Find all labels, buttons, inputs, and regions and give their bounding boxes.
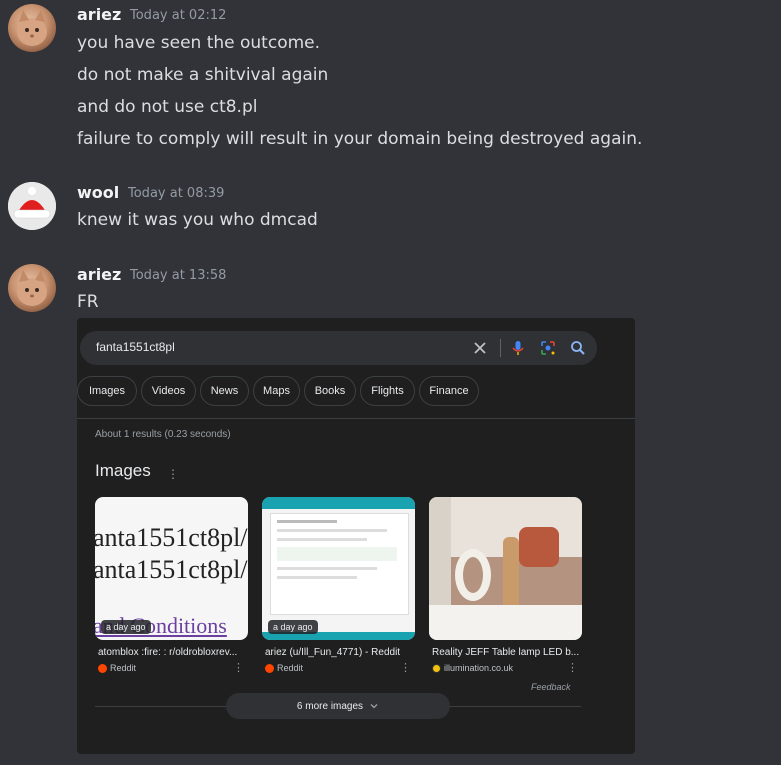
result-caption[interactable]: ariez (u/Ill_Fun_4771) - Reddit: [265, 647, 400, 658]
thumbnail-pillow: [519, 527, 559, 567]
chevron-down-icon: [370, 704, 378, 709]
source-label: illumination.co.uk: [444, 663, 514, 673]
message-text: and do not use ct8.pl: [77, 97, 258, 117]
more-options-icon[interactable]: ⋮: [233, 661, 244, 674]
username[interactable]: ariez: [77, 5, 121, 24]
username[interactable]: ariez: [77, 265, 121, 284]
thumbnail-decor: [455, 549, 491, 601]
more-images-label: 6 more images: [296, 700, 364, 712]
result-stats: About 1 results (0.23 seconds): [95, 429, 231, 440]
avatar[interactable]: [8, 182, 56, 230]
chip-maps[interactable]: Maps: [253, 376, 300, 406]
image-result-thumbnail[interactable]: anta1551ct8pl/ anta1551ct8pl/ and Condit…: [95, 497, 248, 640]
search-query: fanta1551ct8pl: [96, 340, 175, 354]
result-source[interactable]: illumination.co.uk: [432, 663, 513, 673]
site-icon: [432, 663, 441, 673]
thumbnail-text: anta1551ct8pl/: [95, 555, 248, 584]
timestamp: Today at 13:58: [130, 268, 227, 283]
avatar[interactable]: [8, 4, 56, 52]
timestamp: Today at 08:39: [128, 186, 225, 201]
source-label: Reddit: [110, 663, 137, 673]
more-options-icon[interactable]: ⋮: [167, 467, 179, 481]
clear-icon: [474, 342, 486, 354]
images-heading: Images: [95, 461, 151, 480]
more-options-icon[interactable]: ⋮: [400, 661, 411, 674]
result-source[interactable]: Reddit: [265, 663, 303, 673]
thumbnail-header: [262, 497, 415, 509]
search-icon: [571, 341, 585, 355]
chip-images[interactable]: Images: [77, 376, 137, 406]
timestamp: Today at 02:12: [130, 8, 227, 23]
divider: [500, 339, 501, 357]
message-text: do not make a shitvival again: [77, 65, 329, 85]
avatar[interactable]: [8, 264, 56, 312]
message-text: knew it was you who dmcad: [77, 210, 318, 230]
feedback-link[interactable]: Feedback: [531, 682, 571, 692]
reddit-icon: [265, 663, 274, 673]
thumbnail-content: [270, 513, 409, 615]
thumbnail-text: anta1551ct8pl/: [95, 523, 248, 552]
message-text: you have seen the outcome.: [77, 33, 321, 53]
search-bar[interactable]: fanta1551ct8pl: [80, 331, 597, 365]
result-caption[interactable]: Reality JEFF Table lamp LED b...: [432, 647, 579, 658]
message-text: failure to comply will result in your do…: [77, 129, 643, 149]
chip-news[interactable]: News: [200, 376, 249, 406]
lens-icon: [541, 341, 555, 355]
more-images-button[interactable]: 6 more images: [226, 693, 450, 719]
image-result-thumbnail[interactable]: a day ago: [262, 497, 415, 640]
image-result-thumbnail[interactable]: [429, 497, 582, 640]
result-source[interactable]: Reddit: [98, 663, 136, 673]
thumbnail-table: [429, 605, 582, 640]
source-label: Reddit: [277, 663, 304, 673]
reddit-icon: [98, 663, 107, 673]
message-text: FR: [77, 292, 99, 312]
chip-videos[interactable]: Videos: [141, 376, 196, 406]
chip-flights[interactable]: Flights: [360, 376, 415, 406]
mic-icon: [512, 341, 524, 355]
chip-finance[interactable]: Finance: [419, 376, 479, 406]
image-attachment[interactable]: fanta1551ct8pl Images Videos News Maps B…: [77, 318, 635, 754]
age-badge: a day ago: [101, 620, 151, 634]
chip-books[interactable]: Books: [304, 376, 356, 406]
divider: [77, 418, 635, 419]
more-options-icon[interactable]: ⋮: [567, 661, 578, 674]
age-badge: a day ago: [268, 620, 318, 634]
thumbnail-lamp: [503, 537, 519, 607]
username[interactable]: wool: [77, 183, 119, 202]
result-caption[interactable]: atomblox :fire: : r/oldrobloxrev...: [98, 647, 237, 658]
